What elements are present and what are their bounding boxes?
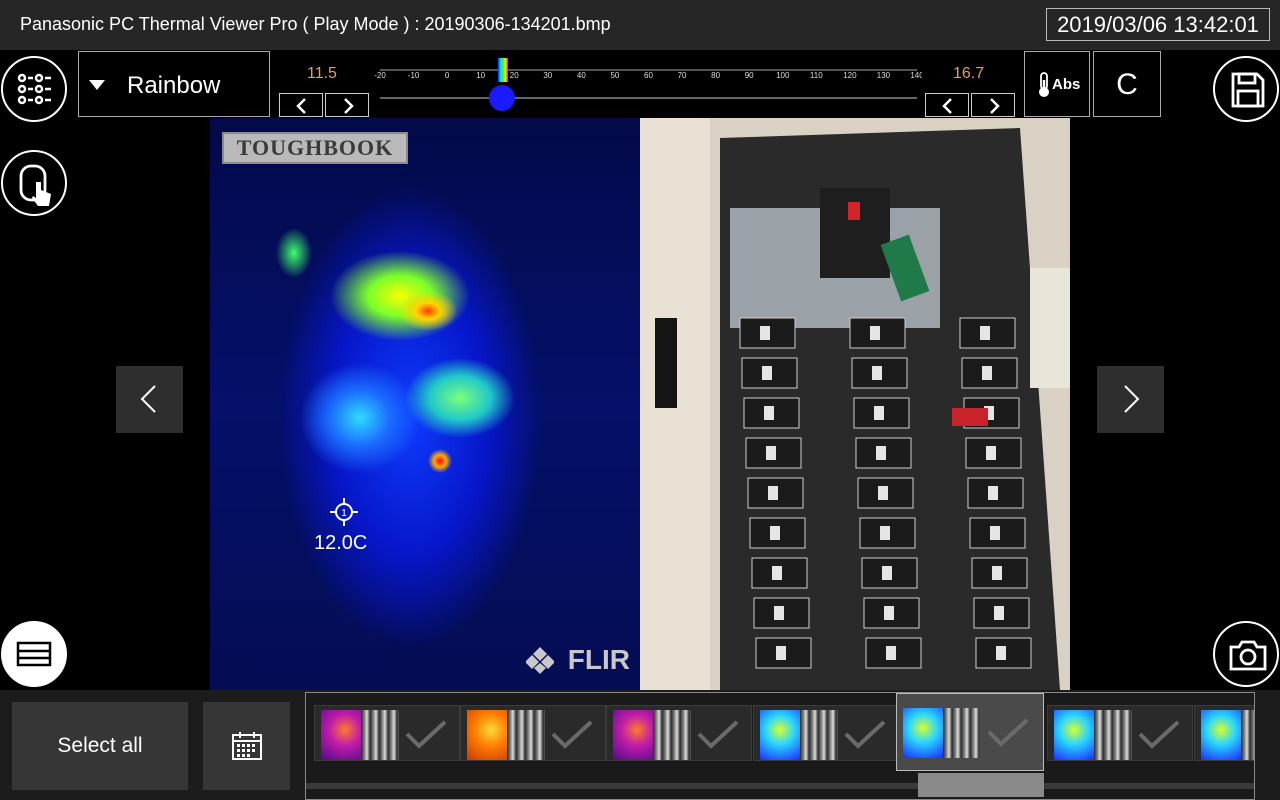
temperature-scale[interactable]: -20 -10 0 10 20 30 40 50 60 70 80 90 100 110 120 130 140 bbox=[372, 58, 922, 114]
chevron-right-icon bbox=[344, 98, 354, 114]
thermometer-icon bbox=[1039, 72, 1049, 97]
save-button[interactable] bbox=[1213, 56, 1279, 122]
scale-tick-label: -20 bbox=[374, 71, 386, 80]
layout-toggle-button[interactable] bbox=[1, 621, 67, 687]
thumbnail-visual bbox=[943, 708, 981, 758]
thumbnail-thermal bbox=[1054, 710, 1094, 760]
title-bar: Panasonic PC Thermal Viewer Pro ( Play M… bbox=[0, 0, 1280, 50]
dropdown-arrow-icon bbox=[89, 80, 105, 90]
chevron-left-icon bbox=[140, 385, 156, 413]
scrollbar-thumb[interactable] bbox=[918, 773, 1044, 797]
range-max-value: 16.7 bbox=[953, 65, 985, 82]
checkmark-icon[interactable] bbox=[842, 718, 888, 750]
menu-button[interactable] bbox=[1, 56, 67, 122]
thumbnail-strip[interactable] bbox=[305, 692, 1255, 800]
palette-dropdown[interactable]: Rainbow bbox=[78, 51, 270, 117]
scale-tick-label: 140 bbox=[910, 71, 922, 80]
scale-tick-label: 130 bbox=[877, 71, 891, 80]
select-all-button[interactable]: Select all bbox=[12, 702, 188, 790]
thumbnail-thermal bbox=[903, 708, 943, 758]
spot-temperature: 12.0C bbox=[314, 532, 368, 554]
thumbnail-thermal bbox=[760, 710, 800, 760]
thumbnail-item[interactable] bbox=[460, 705, 606, 761]
range-min-value: 11.5 bbox=[307, 65, 337, 82]
checkmark-icon[interactable] bbox=[985, 716, 1031, 748]
chevron-right-icon bbox=[990, 98, 1000, 114]
previous-image-button[interactable] bbox=[116, 366, 183, 433]
scale-tick-label: 20 bbox=[510, 71, 519, 80]
bottom-bar: Select all bbox=[0, 690, 1280, 800]
thumbnail-thermal bbox=[467, 710, 507, 760]
scale-tick-label: 80 bbox=[711, 71, 720, 80]
range-min-decrease-button[interactable] bbox=[279, 93, 323, 117]
thumbnail-thermal bbox=[613, 710, 653, 760]
toughbook-watermark: TOUGHBOOK bbox=[222, 132, 408, 164]
scale-tick-label: 50 bbox=[610, 71, 619, 80]
save-icon bbox=[1231, 72, 1265, 108]
thumbnail-item[interactable] bbox=[1047, 705, 1193, 761]
scale-tick-label: 70 bbox=[678, 71, 687, 80]
scale-tick-label: 0 bbox=[445, 71, 450, 80]
scale-tick-label: 120 bbox=[843, 71, 857, 80]
flir-label: FLIR bbox=[567, 644, 630, 675]
thumbnail-item[interactable] bbox=[896, 693, 1044, 771]
thumbnail-item[interactable] bbox=[314, 705, 460, 761]
visual-image[interactable] bbox=[640, 118, 1070, 690]
scale-tick-label: 90 bbox=[745, 71, 754, 80]
thumbnail-visual bbox=[653, 710, 691, 760]
abs-label: Abs bbox=[1052, 76, 1081, 93]
thumbnail-item[interactable] bbox=[1194, 705, 1254, 761]
next-image-button[interactable] bbox=[1097, 366, 1164, 433]
camera-icon bbox=[1229, 640, 1267, 671]
thumbnail-thermal bbox=[321, 710, 361, 760]
thumbnail-visual bbox=[1241, 710, 1254, 760]
thumbnail-visual bbox=[800, 710, 838, 760]
thumbnail-visual bbox=[1094, 710, 1132, 760]
active-range-bar bbox=[498, 58, 508, 82]
scrollbar-track[interactable] bbox=[306, 783, 1254, 789]
thumbnail-item[interactable] bbox=[753, 705, 899, 761]
scale-tick-label: 40 bbox=[577, 71, 586, 80]
window-title: Panasonic PC Thermal Viewer Pro ( Play M… bbox=[20, 14, 611, 34]
touch-mode-icon bbox=[19, 164, 51, 206]
checkmark-icon[interactable] bbox=[695, 718, 741, 750]
camera-button[interactable] bbox=[1213, 621, 1279, 687]
thumbnail-visual bbox=[361, 710, 399, 760]
scale-tick-label: 30 bbox=[543, 71, 552, 80]
scale-tick-label: 110 bbox=[810, 71, 823, 80]
scale-slider-handle[interactable] bbox=[489, 85, 515, 111]
list-settings-icon bbox=[17, 73, 51, 105]
scale-tick-label: 10 bbox=[476, 71, 485, 80]
checkmark-icon[interactable] bbox=[403, 718, 449, 750]
chevron-left-icon bbox=[942, 98, 952, 114]
layout-icon bbox=[16, 641, 52, 667]
checkmark-icon[interactable] bbox=[549, 718, 595, 750]
scale-tick-label: 60 bbox=[644, 71, 653, 80]
range-min-increase-button[interactable] bbox=[325, 93, 369, 117]
spot-marker-icon[interactable]: 1 bbox=[330, 498, 358, 526]
spot-number: 1 bbox=[341, 508, 347, 519]
scale-tick-label: 100 bbox=[776, 71, 790, 80]
temperature-unit-button[interactable]: C bbox=[1093, 51, 1161, 117]
thumbnail-thermal bbox=[1201, 710, 1241, 760]
range-max-decrease-button[interactable] bbox=[925, 93, 969, 117]
electrical-panel-photo bbox=[640, 118, 1070, 690]
chevron-left-icon bbox=[296, 98, 306, 114]
thermal-image[interactable]: TOUGHBOOK FLIR 1 12.0C bbox=[210, 118, 640, 690]
touch-mode-button[interactable] bbox=[1, 150, 67, 216]
thumbnail-item[interactable] bbox=[606, 705, 752, 761]
absolute-temp-button[interactable]: Abs bbox=[1024, 51, 1090, 117]
flir-watermark: FLIR bbox=[526, 640, 630, 680]
palette-label: Rainbow bbox=[127, 72, 221, 99]
calendar-icon bbox=[232, 732, 262, 760]
checkmark-icon[interactable] bbox=[1136, 718, 1182, 750]
chevron-right-icon bbox=[1124, 385, 1140, 413]
calendar-button[interactable] bbox=[203, 702, 290, 790]
flir-logo-icon bbox=[526, 647, 554, 674]
capture-datetime: 2019/03/06 13:42:01 bbox=[1046, 8, 1270, 41]
scale-tick-label: -10 bbox=[408, 71, 420, 80]
thumbnail-visual bbox=[507, 710, 545, 760]
unit-label: C bbox=[1116, 68, 1138, 101]
range-max-increase-button[interactable] bbox=[971, 93, 1015, 117]
